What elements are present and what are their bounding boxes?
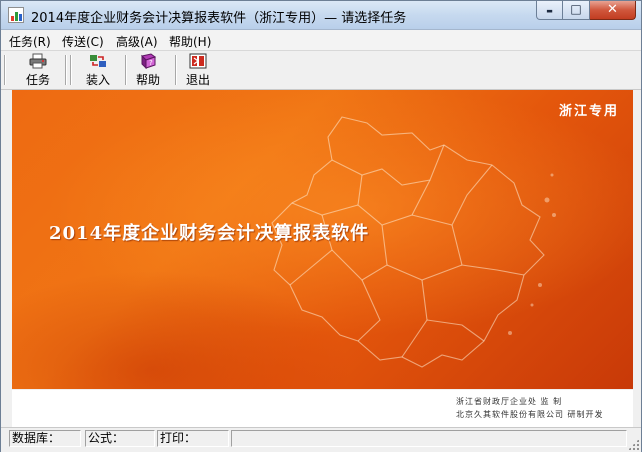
task-button[interactable]: 任务 [18,53,58,87]
load-button[interactable]: 装入 [78,53,118,87]
maximize-icon: □ [570,2,582,16]
help-button[interactable]: ? 帮助 [128,53,168,87]
splash-banner: 浙江专用 2014年度企业财务会计决算报表软件 [12,90,633,389]
status-formula: 公式： [85,430,155,447]
supervisor-credit: 浙江省财政厅企业处 监 制 [456,397,563,406]
load-button-label: 装入 [85,73,110,87]
load-arrows-icon [89,53,107,69]
toolbar-grip [4,55,5,85]
help-book-icon: ? [139,53,157,70]
svg-text:?: ? [149,59,153,67]
developer-credit: 北京久其软件股份有限公司 研制开发 [456,410,604,419]
printer-task-icon [29,53,47,69]
toolbar-separator [175,55,176,85]
software-title: 2014年度企业财务会计决算报表软件 [49,223,370,244]
window-title: 2014年度企业财务会计决算报表软件（浙江专用）— 请选择任务 [31,11,407,26]
menu-help[interactable]: 帮助(H) [169,33,211,50]
help-button-label: 帮助 [135,73,160,87]
toolbar-separator [70,55,71,85]
toolbar: 任务 装入 ? 帮助 退出 [1,51,641,90]
resize-grip-icon[interactable] [628,439,639,450]
task-button-label: 任务 [25,73,50,87]
exit-button-label: 退出 [185,73,210,87]
app-window: 2014年度企业财务会计决算报表软件（浙江专用）— 请选择任务 ▬ □ ✕ 任务… [0,0,642,452]
menu-bar: 任务(R) 传送(C) 高级(A) 帮助(H) [1,30,641,51]
window-controls: ▬ □ ✕ [536,1,636,20]
toolbar-separator [125,55,126,85]
maximize-button[interactable]: □ [563,1,590,20]
toolbar-separator [65,55,66,85]
close-button[interactable]: ✕ [590,1,636,20]
exit-button[interactable]: 退出 [178,53,218,87]
region-tag: 浙江专用 [558,104,619,119]
exit-door-icon [189,53,207,69]
status-message [231,430,627,447]
title-bar[interactable]: 2014年度企业财务会计决算报表软件（浙江专用）— 请选择任务 ▬ □ ✕ [1,1,641,30]
menu-task[interactable]: 任务(R) [9,33,51,50]
status-print: 打印： [157,430,229,447]
app-chart-icon[interactable] [8,7,24,23]
status-bar: 数据库： 公式： 打印： [1,427,641,452]
menu-transfer[interactable]: 传送(C) [62,33,104,50]
close-icon: ✕ [607,2,618,17]
menu-advanced[interactable]: 高级(A) [116,33,158,50]
minimize-icon: ▬ [546,7,553,15]
status-database: 数据库： [9,430,81,447]
minimize-button[interactable]: ▬ [536,1,563,20]
credits-area: 浙江省财政厅企业处 监 制 北京久其软件股份有限公司 研制开发 [12,390,633,427]
